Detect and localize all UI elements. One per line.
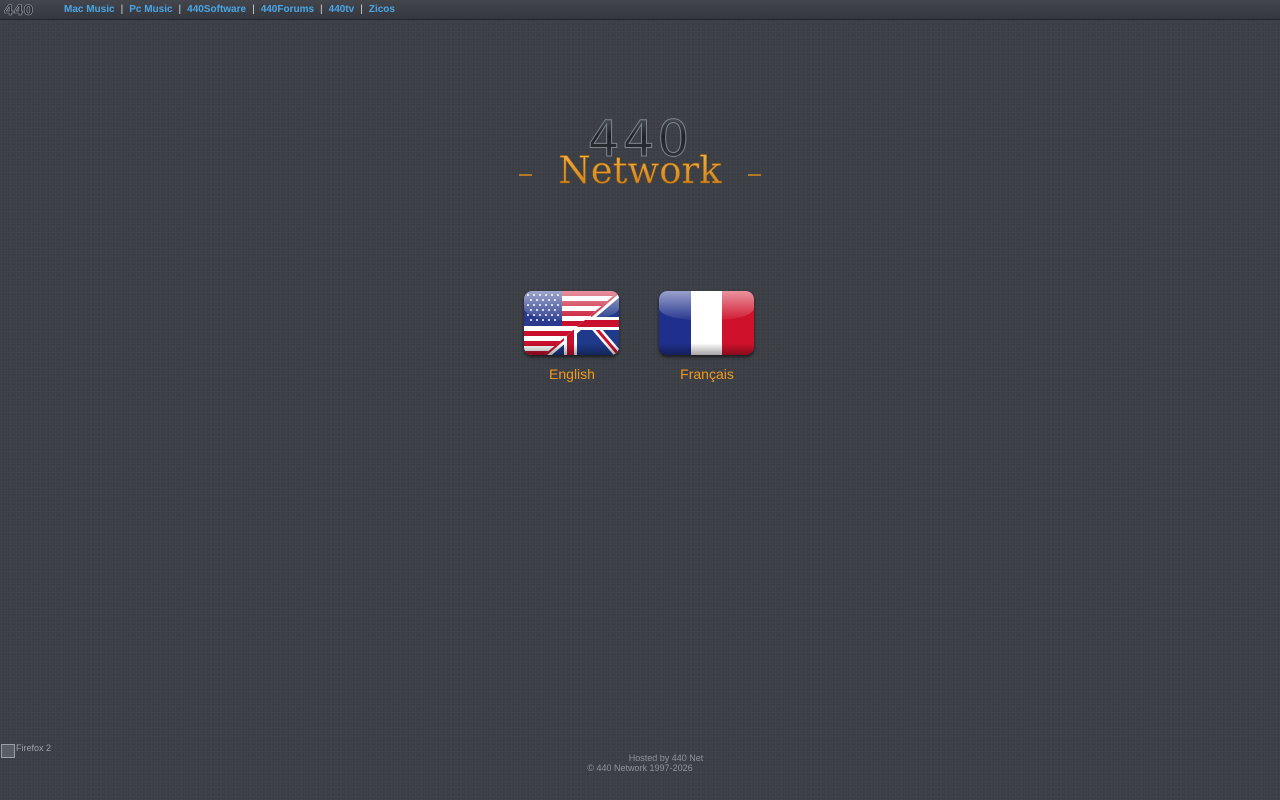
france-flag-icon[interactable] — [659, 291, 754, 355]
language-english-option[interactable]: English — [524, 291, 620, 382]
nav-link-440forums[interactable]: 440Forums — [261, 4, 314, 15]
nav-separator: | — [178, 4, 182, 15]
nav-link-zicos[interactable]: Zicos — [369, 4, 395, 15]
firefox-badge-alt-text: Firefox 2 — [16, 743, 52, 753]
footer-hosted-text: Hosted by 440 Net — [628, 753, 704, 763]
language-french-option[interactable]: Français — [659, 291, 755, 382]
nav-separator: | — [120, 4, 124, 15]
nav-separator: | — [252, 4, 255, 15]
nav-link-pc-music[interactable]: Pc Music — [129, 4, 172, 15]
top-nav-bar: 440 Mac Music | Pc Music | 440Software |… — [0, 0, 1280, 20]
footer-copyright: © 440 Network 1997-2026 — [587, 763, 693, 773]
nav-link-440software[interactable]: 440Software — [187, 4, 246, 15]
nav-separator: | — [320, 4, 323, 15]
nav-link-440tv[interactable]: 440tv — [329, 4, 355, 15]
language-french-label[interactable]: Français — [659, 366, 755, 382]
broken-image-icon — [1, 744, 15, 758]
nav-link-mac-music[interactable]: Mac Music — [64, 4, 115, 15]
footer: Hosted by 440 Net © 440 Network 1997-202… — [540, 753, 740, 773]
logo-network-text: Network — [558, 149, 722, 192]
440-network-logo: 440 Network — [519, 110, 761, 192]
language-english-label[interactable]: English — [524, 366, 620, 382]
mini-440-logo[interactable]: 440 — [4, 3, 56, 17]
nav-separator: | — [360, 4, 363, 15]
us-uk-flag-icon[interactable] — [524, 291, 619, 355]
mini-logo-text: 440 — [4, 3, 33, 17]
firefox-badge-link[interactable]: Firefox 2 — [1, 743, 51, 758]
